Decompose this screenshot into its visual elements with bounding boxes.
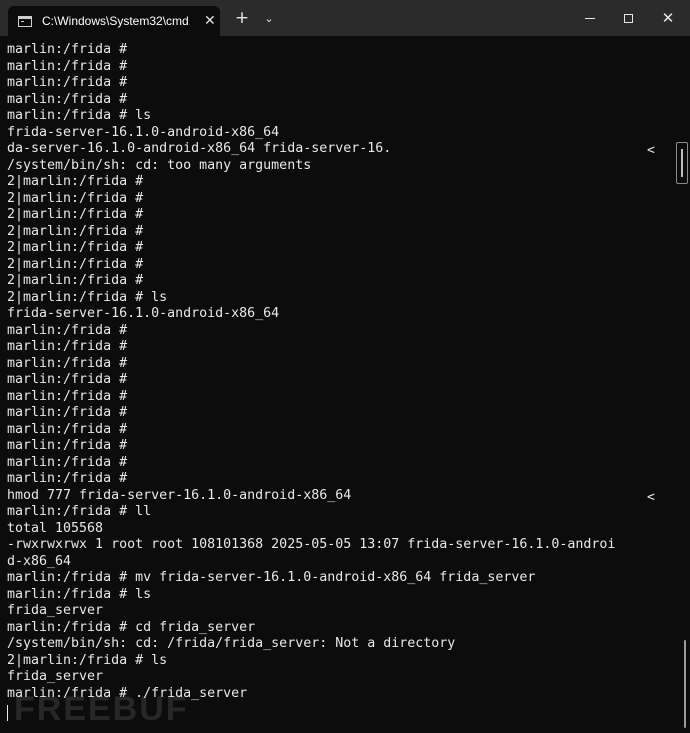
terminal-line: 2|marlin:/frida # <box>7 256 144 272</box>
terminal-line: marlin:/frida # <box>7 471 128 486</box>
terminal-line: marlin:/frida # ls <box>7 586 152 602</box>
terminal-line: 2|marlin:/frida # <box>7 207 144 222</box>
maximize-button[interactable] <box>610 0 646 36</box>
truncation-marker: < <box>647 490 655 505</box>
terminal-line: hmod 777 frida-server-16.1.0-android-x86… <box>7 487 352 503</box>
terminal-line: marlin:/frida # <box>7 405 128 420</box>
minimize-button[interactable] <box>570 0 610 36</box>
terminal-line: marlin:/frida # <box>7 388 128 404</box>
terminal-line: marlin:/frida # <box>7 438 128 453</box>
terminal-line: 2|marlin:/frida # ls <box>7 652 168 668</box>
terminal-line: marlin:/frida # cd frida_server <box>7 619 256 635</box>
minimize-icon <box>585 17 595 19</box>
maximize-icon <box>623 13 633 23</box>
close-window-button[interactable]: ✕ <box>646 0 690 36</box>
terminal-line: marlin:/frida # ll <box>7 504 152 519</box>
terminal-line: 2|marlin:/frida # <box>7 223 144 239</box>
terminal-line: marlin:/frida # mv frida-server-16.1.0-a… <box>7 570 536 585</box>
terminal-line: marlin:/frida # <box>7 355 128 371</box>
truncation-marker: < <box>647 143 655 158</box>
terminal-window: C:\Windows\System32\cmd.exe ✕ + ⌄ ✕ FREE… <box>0 0 690 733</box>
text-cursor <box>7 705 8 721</box>
terminal-line: marlin:/frida # <box>7 91 128 107</box>
terminal-line: /system/bin/sh: cd: too many arguments <box>7 157 312 173</box>
terminal-line: -rwxrwxrwx 1 root root 108101368 2025-05… <box>7 537 616 552</box>
terminal-line: marlin:/frida # <box>7 58 128 74</box>
overview-ruler-handle[interactable] <box>676 142 688 184</box>
terminal-line: da-server-16.1.0-android-x86_64 frida-se… <box>7 141 392 156</box>
terminal-line: marlin:/frida # <box>7 372 128 387</box>
terminal-line: 2|marlin:/frida # ls <box>7 289 168 305</box>
terminal-line: d-x86_64 <box>7 553 72 569</box>
terminal-line: marlin:/frida # ls <box>7 108 152 123</box>
terminal-line: marlin:/frida # <box>7 322 128 338</box>
terminal-line: frida-server-16.1.0-android-x86_64 <box>7 124 280 140</box>
terminal-line: frida_server <box>7 669 104 684</box>
close-tab-icon[interactable]: ✕ <box>204 14 216 28</box>
terminal-line: marlin:/frida # <box>7 421 128 437</box>
terminal-line: frida-server-16.1.0-android-x86_64 <box>7 306 280 321</box>
terminal-line: marlin:/frida # <box>7 75 128 90</box>
new-tab-button[interactable]: + <box>229 0 255 36</box>
terminal-line: marlin:/frida # <box>7 339 128 354</box>
terminal-line: 2|marlin:/frida # <box>7 273 144 288</box>
console-icon <box>18 15 32 27</box>
tab-cmd[interactable]: C:\Windows\System32\cmd.exe ✕ <box>8 6 220 36</box>
terminal-line: marlin:/frida # <box>7 454 128 470</box>
terminal-line: marlin:/frida # <box>7 42 128 57</box>
tab-dropdown-button[interactable]: ⌄ <box>257 0 281 36</box>
terminal-line: 2|marlin:/frida # <box>7 240 144 255</box>
terminal-output[interactable]: marlin:/frida # marlin:/frida # marlin:/fr… <box>7 42 677 702</box>
terminal-line: frida_server <box>7 603 104 618</box>
terminal-line: 2|marlin:/frida # <box>7 174 144 189</box>
terminal-line: 2|marlin:/frida # <box>7 190 144 206</box>
terminal-line: total 105568 <box>7 520 104 536</box>
terminal-line: /system/bin/sh: cd: /frida/frida_server:… <box>7 636 456 651</box>
title-bar: C:\Windows\System32\cmd.exe ✕ + ⌄ ✕ <box>0 0 690 36</box>
scrollbar-thumb[interactable] <box>684 640 686 728</box>
terminal-line: marlin:/frida # ./frida_server <box>7 685 248 701</box>
tab-title: C:\Windows\System32\cmd.exe <box>42 14 190 28</box>
